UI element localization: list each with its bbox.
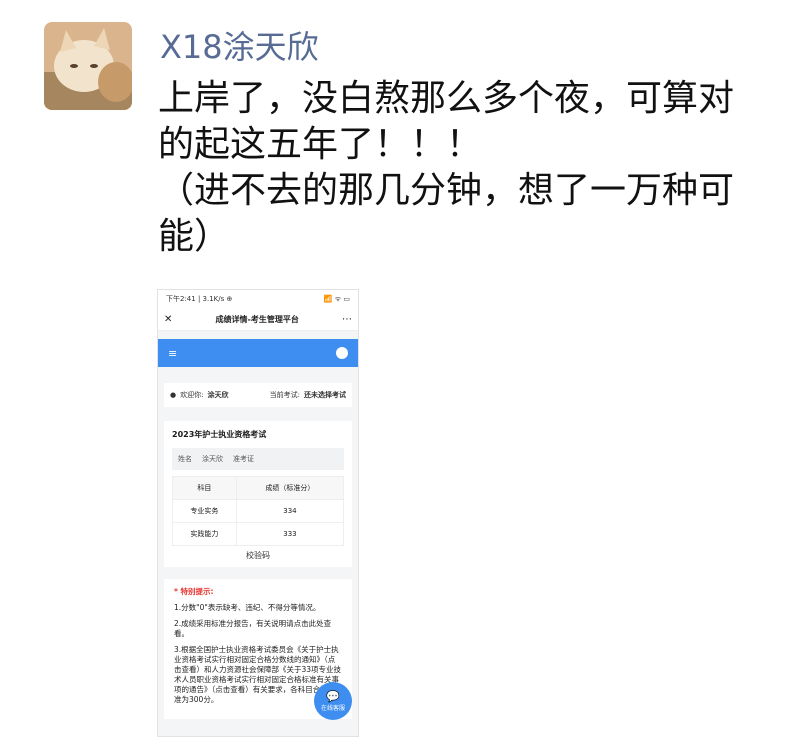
exam-label: 当前考试: <box>269 391 300 399</box>
menu-icon[interactable]: ≡ <box>168 347 177 360</box>
info-label: 准考证 <box>233 455 254 463</box>
person-icon: ● <box>170 391 177 399</box>
exam-value: 还未选择考试 <box>304 391 346 399</box>
app-header: ≡ <box>158 339 358 367</box>
more-icon[interactable]: ⋯ <box>342 314 352 325</box>
status-bar: 下午2:41 | 3.1K/s ⊕ 📶 ᯤ ▭ <box>158 290 358 308</box>
message-line: 能） <box>158 216 231 257</box>
chat-label: 在线客服 <box>320 705 345 712</box>
info-value: 涂天欣 <box>202 455 223 463</box>
avatar[interactable] <box>44 22 132 110</box>
welcome-label: 欢迎你: <box>180 391 204 399</box>
info-label: 姓名 <box>178 455 192 463</box>
status-icons: 📶 ᯤ ▭ <box>323 294 350 303</box>
result-card: 2023年护士执业资格考试 姓名 涂天欣 准考证 科目 成绩（标准分） 专业实务… <box>164 421 352 567</box>
user-info-row: ● 欢迎你: 涂天欣 当前考试: 还未选择考试 <box>164 383 352 407</box>
message-text: 上岸了，没白熬那么多个夜，可算对 的起这五年了！！！ （进不去的那几分钟，想了一… <box>158 76 778 260</box>
username[interactable]: X18涂天欣 <box>160 22 319 68</box>
table-row: 实践能力 333 <box>172 522 345 546</box>
message-line: 的起这五年了！！！ <box>158 124 483 165</box>
close-icon[interactable]: ✕ <box>164 314 172 325</box>
table-cell: 333 <box>235 522 345 546</box>
verify-code: 校验码 <box>246 551 270 560</box>
score-table: 科目 成绩（标准分） 专业实务 334 实践能力 333 <box>172 476 345 546</box>
chat-icon: 💬 <box>326 690 340 703</box>
user-icon[interactable] <box>336 347 348 359</box>
chat-button[interactable]: 💬 在线客服 <box>314 682 352 720</box>
table-cell: 专业实务 <box>172 499 237 523</box>
notice-heading: * 特别提示: <box>174 587 214 596</box>
nav-bar: ✕ 成绩详情-考生管理平台 ⋯ <box>158 308 358 331</box>
notice-item[interactable]: 2.成绩采用标准分报告，有关说明请点击此处查看。 <box>174 619 342 639</box>
page-title: 成绩详情-考生管理平台 <box>215 314 299 324</box>
table-row: 专业实务 334 <box>172 499 345 523</box>
message-line: 上岸了，没白熬那么多个夜，可算对 <box>158 78 735 119</box>
attached-screenshot[interactable]: 下午2:41 | 3.1K/s ⊕ 📶 ᯤ ▭ ✕ 成绩详情-考生管理平台 ⋯ … <box>157 289 359 737</box>
info-row: 姓名 涂天欣 准考证 <box>172 448 344 470</box>
status-time: 下午2:41 | 3.1K/s ⊕ <box>166 295 233 303</box>
user-name: 涂天欣 <box>207 391 229 399</box>
message-line: （进不去的那几分钟，想了一万种可 <box>158 170 735 211</box>
table-header: 成绩（标准分） <box>235 476 345 500</box>
table-header: 科目 <box>172 476 237 500</box>
table-cell: 实践能力 <box>172 522 237 546</box>
notice-item: 1.分数"0"表示缺考、违纪、不得分等情况。 <box>174 603 321 612</box>
table-cell: 334 <box>235 499 345 523</box>
card-title: 2023年护士执业资格考试 <box>172 430 267 439</box>
